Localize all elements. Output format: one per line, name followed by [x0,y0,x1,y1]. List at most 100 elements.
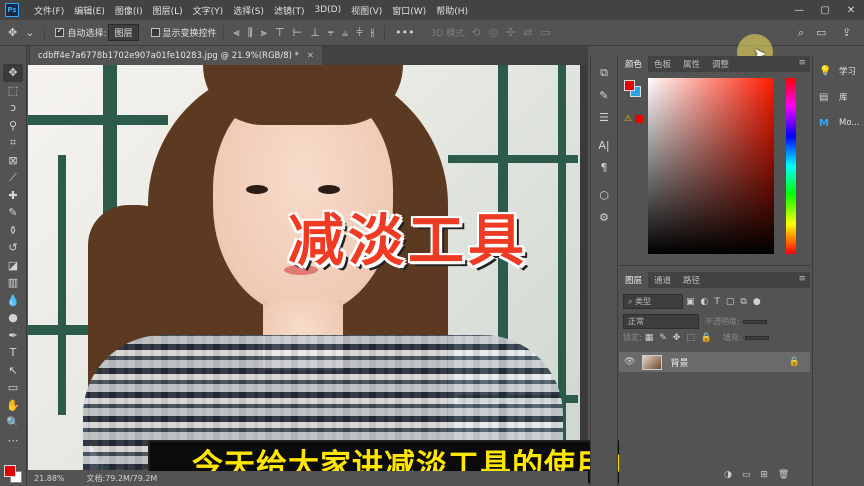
filter-toggle-icon[interactable]: ● [753,297,761,307]
filter-type-icon[interactable]: T [714,297,720,307]
new-fill-layer-icon[interactable]: ◑ [724,470,732,480]
3d-camera-icon[interactable]: ▭ [540,26,550,39]
menu-edit[interactable]: 编辑(E) [69,4,110,17]
menu-layer[interactable]: 图层(L) [148,4,188,17]
gamut-swatch[interactable] [635,115,643,123]
filter-pixel-icon[interactable]: ▣ [686,297,695,307]
color-picker-field[interactable] [648,78,774,254]
zoom-level[interactable]: 21.88% [34,474,65,483]
opacity-input[interactable] [742,319,767,324]
learn-panel-button[interactable]: 💡 学习 [813,58,864,84]
align-middle-icon[interactable]: ⊢ [293,26,303,39]
brush-settings-icon[interactable]: ✎ [594,84,614,106]
gradient-tool-icon[interactable]: ▥ [3,274,23,292]
filter-smart-object-icon[interactable]: ⧉ [740,297,746,307]
tab-adjustments[interactable]: 调整 [706,56,735,72]
layer-row[interactable]: 👁 背景 🔒 [619,352,810,372]
foreground-color-swatch[interactable] [624,80,635,91]
tab-color[interactable]: 颜色 [619,56,649,72]
blend-mode-dropdown[interactable]: 正常 [623,314,699,329]
move-tool-icon[interactable]: ✥ [3,64,23,82]
hand-tool-icon[interactable]: ✋ [3,397,23,415]
align-center-icon[interactable]: ⫼ [248,26,253,40]
workspace-icon[interactable]: ▭ [816,26,826,39]
minimize-icon[interactable]: — [786,0,812,20]
paragraph-panel-icon[interactable]: ¶ [594,156,614,178]
lock-icon[interactable]: 🔒 [789,357,800,367]
align-right-icon[interactable]: ⫸ [261,26,267,40]
crop-tool-icon[interactable]: ⌗ [3,134,23,152]
filter-shape-icon[interactable]: ▢ [726,297,735,307]
lock-pixels-icon[interactable]: ✎ [659,333,667,343]
close-icon[interactable]: ✕ [838,0,864,20]
3d-drag-icon[interactable]: ✣ [506,26,515,39]
menu-window[interactable]: 窗口(W) [387,4,431,17]
character-panel-icon[interactable]: A| [594,134,614,156]
share-icon[interactable]: ⇪ [842,26,851,39]
new-layer-icon[interactable]: ⊞ [760,470,768,480]
quick-select-tool-icon[interactable]: ⚲ [3,117,23,135]
lock-transparent-icon[interactable]: ▦ [645,333,654,343]
tab-channels[interactable]: 通道 [648,272,677,288]
history-brush-tool-icon[interactable]: ↺ [3,239,23,257]
move-tool-icon[interactable]: ✥ [8,26,17,39]
adjustments-icon[interactable]: ☰ [594,106,614,128]
menu-file[interactable]: 文件(F) [29,4,69,17]
3d-panel-icon[interactable]: ⬡ [594,184,614,206]
menu-type[interactable]: 文字(Y) [188,4,229,17]
eyedropper-tool-icon[interactable]: ⟋ [3,169,23,187]
show-transform-checkbox[interactable] [150,28,160,37]
fill-input[interactable] [744,335,769,340]
frame-tool-icon[interactable]: ⊠ [3,152,23,170]
distribute-middle-icon[interactable]: ⫨ [342,26,348,40]
tool-preset-chevron-icon[interactable]: ⌄ [25,26,34,39]
history-panel-icon[interactable]: ⧉ [594,62,614,84]
menu-view[interactable]: 视图(V) [346,4,387,17]
eraser-tool-icon[interactable]: ◪ [3,257,23,275]
clone-stamp-tool-icon[interactable]: ⚱ [3,222,23,240]
foreground-color-swatch[interactable] [4,465,16,477]
shape-tool-icon[interactable]: ▭ [3,379,23,397]
canvas-scrollbar[interactable] [580,65,588,470]
lock-position-icon[interactable]: ✥ [673,333,681,343]
3d-rotate-icon[interactable]: ⟲ [471,26,480,39]
tab-swatches[interactable]: 色板 [648,56,677,72]
panel-menu-icon[interactable]: ≡ [798,58,806,68]
lock-artboard-icon[interactable]: ⬚ [686,333,695,343]
dodge-tool-icon[interactable]: ● [3,309,23,327]
hue-slider[interactable] [786,78,796,254]
3d-slide-icon[interactable]: ⇄ [523,26,532,39]
panel-menu-icon[interactable]: ≡ [798,274,806,284]
type-tool-icon[interactable]: T [3,344,23,362]
align-bottom-icon[interactable]: ⊥ [310,26,320,39]
layer-filter-dropdown[interactable]: ⌕ 类型 [623,294,683,309]
3d-roll-icon[interactable]: ◎ [488,26,498,39]
distribute-bottom-icon[interactable]: ⫩ [356,26,362,40]
menu-select[interactable]: 选择(S) [228,4,269,17]
align-left-icon[interactable]: ⫷ [234,26,240,40]
library-panel-button[interactable]: ▤ 库 [813,84,864,110]
delete-layer-icon[interactable]: 🗑 [778,470,789,480]
auto-select-checkbox[interactable] [55,26,65,37]
menu-image[interactable]: 图像(I) [110,4,148,17]
new-group-icon[interactable]: ▭ [742,470,751,480]
more-tools-icon[interactable]: ⋯ [3,432,23,450]
brush-tool-icon[interactable]: ✎ [3,204,23,222]
mo-panel-button[interactable]: M Mo... [813,110,864,136]
tab-layers[interactable]: 图层 [619,272,649,288]
search-icon[interactable]: ⌕ [798,26,804,40]
path-select-tool-icon[interactable]: ↖ [3,362,23,380]
menu-help[interactable]: 帮助(H) [431,4,473,17]
more-options-icon[interactable]: ••• [395,26,414,39]
align-top-icon[interactable]: ⊤ [275,26,285,39]
distribute-top-icon[interactable]: ⫧ [328,26,334,40]
eye-icon[interactable]: 👁 [624,357,635,367]
document-tab[interactable]: cdbff4e7a6778b1702e907a01fe10283.jpg @ 2… [30,46,323,65]
marquee-tool-icon[interactable]: ⬚ [3,82,23,100]
pen-tool-icon[interactable]: ✒ [3,327,23,345]
close-tab-icon[interactable]: ✕ [307,51,314,61]
healing-brush-tool-icon[interactable]: ✚ [3,187,23,205]
properties-panel-icon[interactable]: ⚙ [594,206,614,228]
zoom-tool-icon[interactable]: 🔍 [3,414,23,432]
menu-3d[interactable]: 3D(D) [309,5,346,15]
